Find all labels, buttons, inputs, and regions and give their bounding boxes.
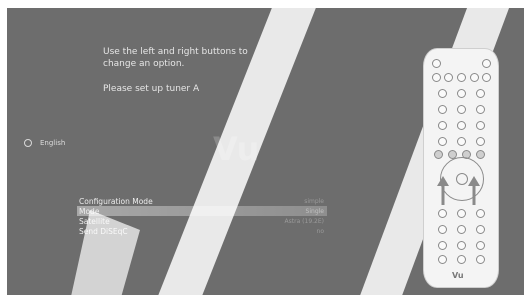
number-4-icon <box>438 105 447 114</box>
vu-logo: Vu <box>213 130 260 168</box>
mute-icon <box>482 59 491 68</box>
color-button-icon <box>434 150 443 159</box>
instruction-line-2: change an option. <box>103 59 185 69</box>
number-8-icon <box>457 121 466 130</box>
setting-row-send-diseqc[interactable]: Send DiSEqC no <box>77 226 327 236</box>
remote-button-icon <box>438 137 447 146</box>
language-label: English <box>40 139 66 147</box>
setting-row-mode[interactable]: Mode Single <box>77 206 327 216</box>
setting-row-satellite[interactable]: Satellite Astra (19.2E) <box>77 216 327 226</box>
number-6-icon <box>476 105 485 114</box>
record-icon <box>476 255 485 264</box>
number-5-icon <box>457 105 466 114</box>
number-7-icon <box>438 121 447 130</box>
setting-label: Configuration Mode <box>79 196 153 206</box>
remote-button-icon <box>438 225 447 234</box>
number-2-icon <box>457 89 466 98</box>
volume-icon <box>438 209 447 218</box>
setting-label: Send DiSEqC <box>79 226 128 236</box>
rewind-icon <box>438 241 447 250</box>
remote-button-icon <box>444 73 453 82</box>
remote-button-icon <box>457 73 466 82</box>
remote-button-icon <box>470 73 479 82</box>
remote-control-illustration: Vu <box>423 48 499 288</box>
language-option[interactable]: English <box>24 139 65 147</box>
channel-icon <box>476 209 485 218</box>
number-3-icon <box>476 89 485 98</box>
remote-button-icon <box>482 73 491 82</box>
number-9-icon <box>476 121 485 130</box>
instructions: Use the left and right buttons to change… <box>103 46 323 95</box>
number-1-icon <box>438 89 447 98</box>
play-icon <box>457 241 466 250</box>
setting-value: Astra (19.2E) <box>284 217 324 225</box>
radio-icon <box>24 139 32 147</box>
remote-button-icon <box>438 255 447 264</box>
remote-button-icon <box>476 225 485 234</box>
page-frame: Use the left and right buttons to change… <box>0 0 531 301</box>
setting-value: simple <box>304 197 324 205</box>
remote-button-icon <box>432 73 441 82</box>
setting-value: no <box>316 227 324 235</box>
color-button-icon <box>476 150 485 159</box>
remote-button-icon <box>476 137 485 146</box>
instruction-line-1: Use the left and right buttons to <box>103 47 248 57</box>
stop-icon <box>457 255 466 264</box>
setting-value: Single <box>305 207 324 215</box>
settings-list: Configuration Mode simple Mode Single Sa… <box>77 196 327 236</box>
fast-forward-icon <box>476 241 485 250</box>
setting-row-configuration-mode[interactable]: Configuration Mode simple <box>77 196 327 206</box>
remote-button-icon <box>457 225 466 234</box>
setting-label: Mode <box>79 206 100 216</box>
remote-logo: Vu <box>452 271 464 280</box>
ok-button-icon <box>456 173 468 185</box>
instruction-tuner: Please set up tuner A <box>103 84 200 94</box>
remote-button-icon <box>457 209 466 218</box>
setting-label: Satellite <box>79 216 110 226</box>
number-0-icon <box>457 137 466 146</box>
power-icon <box>432 59 441 68</box>
dpad-icon <box>440 157 484 201</box>
